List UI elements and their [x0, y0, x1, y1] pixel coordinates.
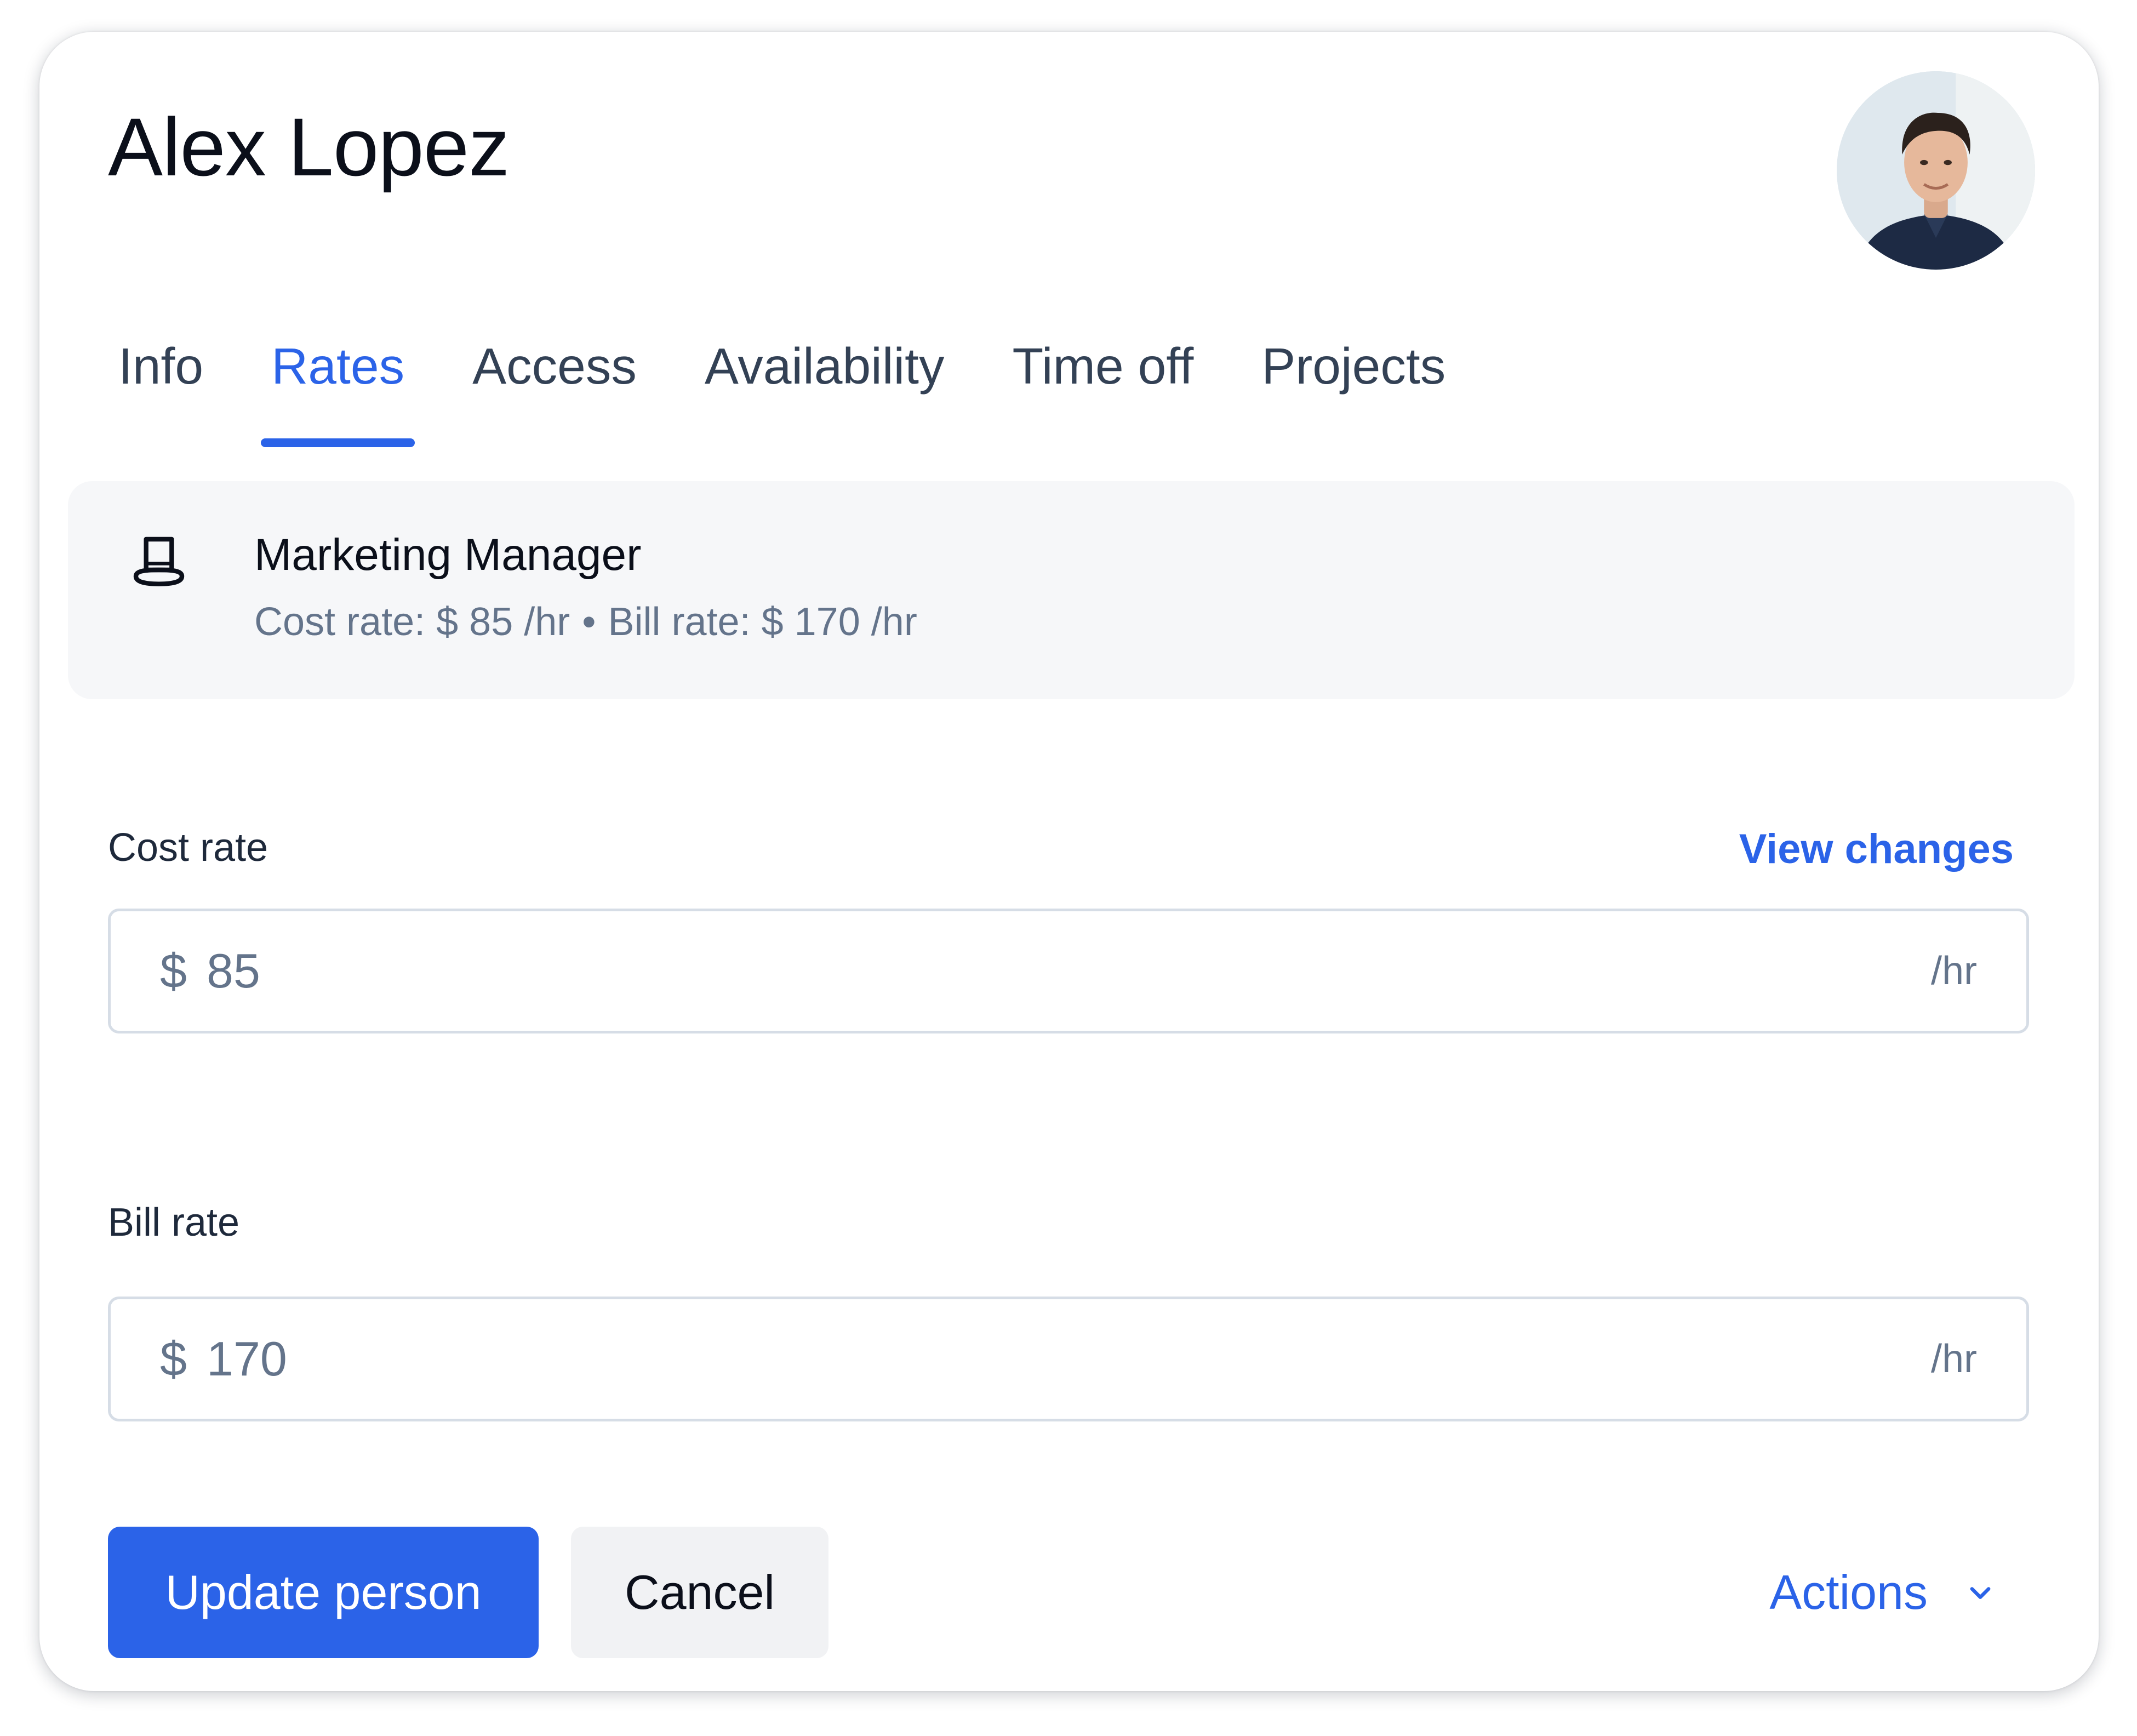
tab-rates[interactable]: Rates — [261, 317, 415, 447]
cost-rate-value[interactable]: 85 — [207, 911, 260, 1031]
avatar — [1837, 71, 2035, 270]
currency-prefix: $ — [160, 944, 187, 998]
actions-dropdown[interactable]: Actions — [1769, 1527, 1995, 1658]
tab-label: Projects — [1261, 338, 1446, 395]
tab-label: Info — [118, 338, 204, 395]
cost-rate-label: Cost rate — [108, 826, 268, 870]
tab-access[interactable]: Access — [462, 317, 647, 415]
tab-label: Time off — [1012, 338, 1194, 395]
actions-label: Actions — [1769, 1565, 1928, 1619]
per-hour-suffix: /hr — [1930, 1337, 1977, 1381]
chevron-down-icon — [1970, 1587, 1991, 1599]
tab-label: Availability — [704, 338, 945, 395]
role-summary-card: Marketing Manager Cost rate: $ 85 /hr • Bi… — [68, 481, 2075, 699]
tab-label: Rates — [271, 338, 405, 395]
top-hat-icon — [133, 536, 185, 586]
role-cost-rate: Cost rate: $ 85 /hr — [254, 600, 570, 644]
currency-prefix: $ — [160, 1332, 187, 1386]
role-rates-separator: • — [582, 600, 596, 644]
bill-rate-field[interactable]: $ 170 /hr — [108, 1297, 2029, 1421]
tab-label: Access — [472, 338, 637, 395]
per-hour-suffix: /hr — [1930, 949, 1977, 993]
cost-rate-field[interactable]: $ 85 /hr — [108, 909, 2029, 1033]
tab-availability[interactable]: Availability — [694, 317, 955, 415]
tab-time-off[interactable]: Time off — [1002, 317, 1204, 415]
role-rates-summary: Cost rate: $ 85 /hr • Bill rate: $ 170 /hr — [254, 599, 917, 644]
bill-rate-label: Bill rate — [108, 1201, 240, 1244]
bill-rate-value[interactable]: 170 — [207, 1299, 287, 1419]
page-title: Alex Lopez — [108, 101, 510, 193]
cancel-button[interactable]: Cancel — [571, 1527, 828, 1658]
tab-projects[interactable]: Projects — [1251, 317, 1456, 415]
person-modal: Alex Lopez Info Rates Access Availabilit… — [39, 32, 2099, 1691]
update-person-button[interactable]: Update person — [108, 1527, 539, 1658]
role-bill-rate: Bill rate: $ 170 /hr — [608, 600, 917, 644]
view-changes-link[interactable]: View changes — [1739, 825, 2014, 873]
tab-info[interactable]: Info — [108, 317, 214, 415]
active-tab-indicator — [261, 438, 415, 447]
tab-bar: Info Rates Access Availability Time off … — [108, 317, 1503, 448]
role-title: Marketing Manager — [254, 530, 642, 580]
avatar-photo — [1837, 71, 2035, 270]
